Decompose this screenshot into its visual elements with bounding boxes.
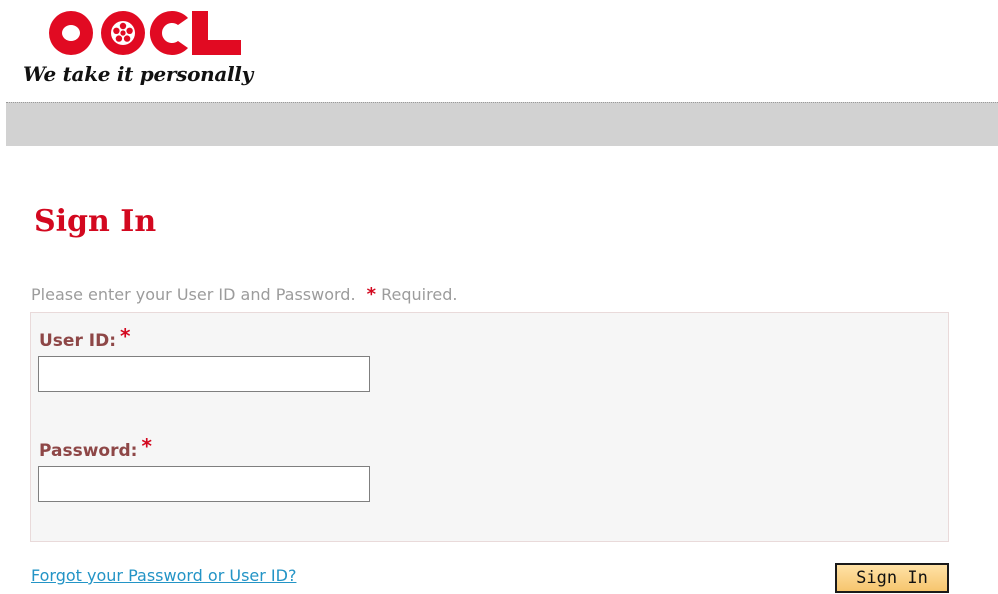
sign-in-form-panel: User ID: * Password: * (30, 312, 949, 542)
brand-tagline: We take it personally (23, 62, 253, 86)
required-label: Required. (381, 285, 458, 304)
password-input[interactable] (38, 466, 370, 502)
page-title: Sign In (34, 204, 157, 239)
instruction-message: Please enter your User ID and Password. (31, 285, 356, 304)
sign-in-button[interactable]: Sign In (835, 563, 949, 593)
sign-in-page: We take it personally Sign In Please ent… (0, 0, 998, 594)
header-bar (6, 102, 998, 146)
user-id-label: User ID: * (39, 324, 131, 351)
user-id-input[interactable] (38, 356, 370, 392)
password-label: Password: * (39, 434, 152, 461)
required-star: * (366, 284, 377, 305)
password-required-star: * (141, 434, 152, 458)
forgot-password-link[interactable]: Forgot your Password or User ID? (31, 566, 296, 585)
instruction-text: Please enter your User ID and Password. … (31, 284, 457, 305)
password-label-text: Password: (39, 441, 138, 461)
user-id-required-star: * (120, 324, 131, 348)
user-id-label-text: User ID: (39, 331, 116, 351)
